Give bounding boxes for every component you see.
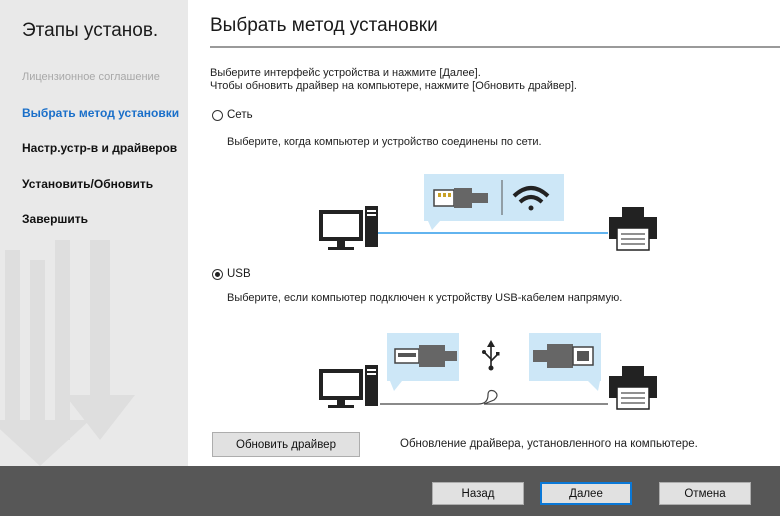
step-finish: Завершить xyxy=(22,212,89,226)
step-license: Лицензионное соглашение xyxy=(22,71,160,83)
step-install-update: Установить/Обновить xyxy=(22,177,154,191)
printer-icon xyxy=(609,207,657,251)
usb-description: Выберите, если компьютер подключен к уст… xyxy=(227,292,623,304)
main-panel: Выбрать метод установки Выберите интерфе… xyxy=(188,0,780,466)
network-diagram xyxy=(319,174,657,251)
update-driver-button[interactable]: Обновить драйвер xyxy=(212,432,360,457)
cancel-button[interactable]: Отмена xyxy=(659,482,751,505)
title-divider xyxy=(210,46,780,48)
radio-network-label: Сеть xyxy=(227,109,253,121)
sidebar-title: Этапы установ. xyxy=(22,20,159,41)
next-button[interactable]: Далее xyxy=(540,482,632,505)
instructions: Выберите интерфейс устройства и нажмите … xyxy=(210,67,577,93)
back-button[interactable]: Назад xyxy=(432,482,524,505)
radio-usb-circle[interactable] xyxy=(212,268,223,280)
radio-usb-label: USB xyxy=(227,268,251,280)
steps-sidebar: Этапы установ. Лицензионное соглашение В… xyxy=(0,0,188,466)
footer-bar: Назад Далее Отмена xyxy=(0,466,780,516)
update-driver-note: Обновление драйвера, установленного на к… xyxy=(400,438,698,450)
network-description: Выберите, когда компьютер и устройство с… xyxy=(227,136,542,148)
computer-icon xyxy=(319,206,378,250)
radio-network[interactable]: Сеть xyxy=(212,109,253,121)
usb-symbol-icon xyxy=(482,340,500,371)
printer-icon xyxy=(609,366,657,410)
page-title: Выбрать метод установки xyxy=(210,15,438,36)
instruction-line-1: Выберите интерфейс устройства и нажмите … xyxy=(210,67,481,79)
sidebar-arrow-decoration xyxy=(0,240,135,466)
usb-diagram xyxy=(319,333,657,410)
computer-icon xyxy=(319,365,378,408)
step-select-method: Выбрать метод установки xyxy=(22,106,180,120)
radio-usb[interactable]: USB xyxy=(212,268,251,280)
radio-network-circle[interactable] xyxy=(212,109,223,121)
instruction-line-2: Чтобы обновить драйвер на компьютере, на… xyxy=(210,80,577,92)
step-device-driver-settings: Настр.устр-в и драйверов xyxy=(22,141,178,155)
